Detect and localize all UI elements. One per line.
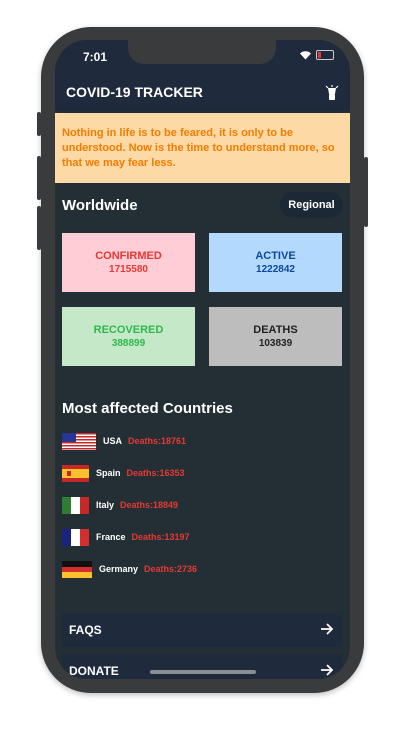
volume-down-button [37,206,41,250]
country-deaths: Deaths:16353 [126,468,185,478]
deaths-card[interactable]: DEATHS 103839 [209,307,342,366]
recovered-card[interactable]: RECOVERED 388899 [62,307,195,366]
home-indicator[interactable] [150,670,256,674]
status-time: 7:01 [83,50,108,64]
country-deaths: Deaths:18761 [128,436,187,446]
france-flag-icon [62,528,89,546]
italy-flag-icon [62,496,89,514]
app-screen: 7:01 COVID-19 TRACKER Nothing in life is… [55,40,350,679]
active-value: 1222842 [256,264,295,275]
quote-banner: Nothing in life is to be feared, it is o… [55,113,350,183]
regional-button[interactable]: Regional [280,192,343,218]
recovered-label: RECOVERED [93,324,164,336]
app-bar: COVID-19 TRACKER [55,76,350,111]
app-title: COVID-19 TRACKER [66,84,203,100]
country-row-germany[interactable]: Germany Deaths:2736 [62,560,197,578]
country-deaths: Deaths:18849 [120,500,179,510]
volume-up-button [37,156,41,200]
deaths-label: DEATHS [253,324,298,336]
donate-label: DONATE [69,664,119,678]
notch [128,40,276,64]
usa-flag-icon [62,432,96,450]
confirmed-label: CONFIRMED [95,250,162,262]
country-row-spain[interactable]: Spain Deaths:16353 [62,464,185,482]
country-row-usa[interactable]: USA Deaths:18761 [62,432,186,450]
country-name: Italy [96,500,115,510]
battery-icon [316,50,334,60]
recovered-value: 388899 [111,338,146,349]
arrow-right-icon [320,663,334,679]
country-name: France [96,532,126,542]
country-name: Spain [96,468,121,478]
confirmed-value: 1715580 [109,264,148,275]
worldwide-title: Worldwide [62,197,138,214]
country-name: Germany [99,564,139,574]
country-row-france[interactable]: France Deaths:13197 [62,528,190,546]
lightbulb-icon[interactable] [325,85,339,106]
germany-flag-icon [62,560,92,578]
arrow-right-icon [320,622,334,638]
country-deaths: Deaths:2736 [144,564,198,574]
spain-flag-icon [62,464,89,482]
faqs-menu-item[interactable]: FAQS [62,613,343,647]
confirmed-card[interactable]: CONFIRMED 1715580 [62,233,195,292]
faqs-label: FAQS [69,623,102,637]
deaths-value: 103839 [258,338,293,349]
active-label: ACTIVE [255,250,296,262]
wifi-icon [299,50,312,60]
donate-menu-item[interactable]: DONATE [62,654,343,679]
status-icons [299,50,334,60]
most-affected-title: Most affected Countries [62,400,233,417]
country-deaths: Deaths:13197 [131,532,190,542]
country-row-italy[interactable]: Italy Deaths:18849 [62,496,178,514]
active-card[interactable]: ACTIVE 1222842 [209,233,342,292]
mute-switch [37,112,41,136]
power-button [364,157,368,227]
country-name: USA [103,436,123,446]
